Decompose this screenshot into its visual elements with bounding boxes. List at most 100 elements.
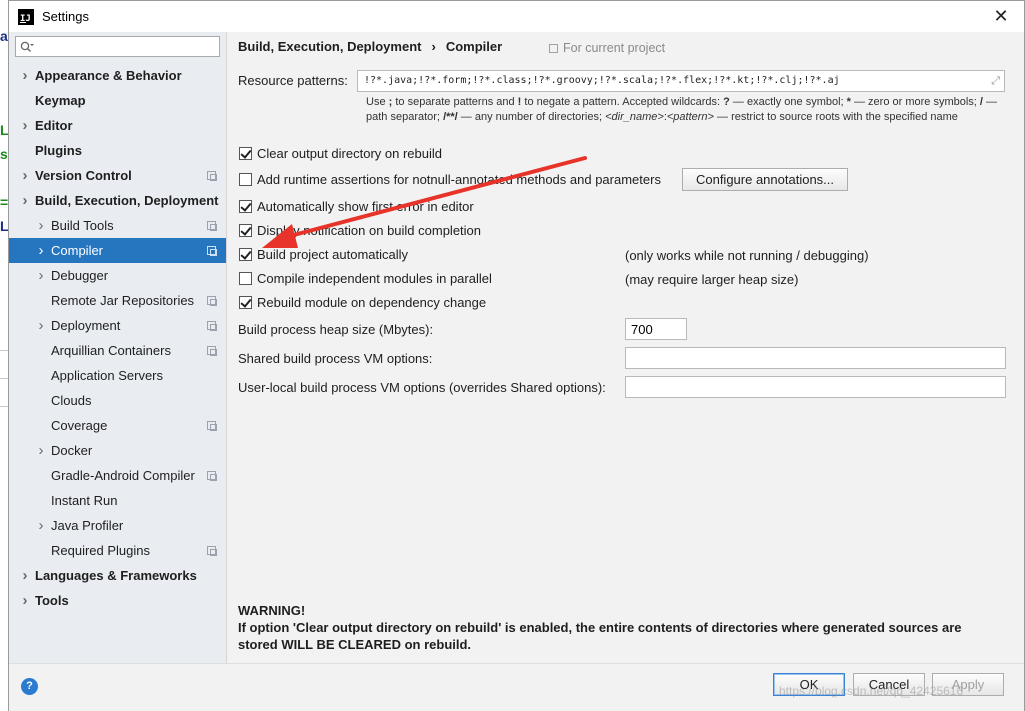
sidebar-item-label: Appearance & Behavior — [35, 68, 182, 83]
settings-search[interactable] — [15, 36, 220, 57]
sidebar-item-build-tools[interactable]: › Build Tools — [9, 213, 226, 238]
checkbox-box[interactable] — [239, 296, 252, 309]
help-icon[interactable]: ? — [21, 678, 38, 695]
scope-label: For current project — [563, 41, 666, 55]
checkbox-box[interactable] — [239, 248, 252, 261]
checkbox-box[interactable] — [239, 147, 252, 160]
project-scope-icon — [549, 43, 558, 53]
project-scope-icon — [207, 296, 217, 306]
sidebar-item-debugger[interactable]: › Debugger — [9, 263, 226, 288]
checkbox-box[interactable] — [239, 224, 252, 237]
window-title: Settings — [42, 9, 89, 24]
clear-output-checkbox[interactable]: Clear output directory on rebuild — [239, 146, 442, 161]
sidebar-item-clouds[interactable]: Clouds — [9, 388, 226, 413]
build-automatically-checkbox[interactable]: Build project automatically — [239, 247, 408, 262]
sidebar-item-label: Coverage — [51, 418, 108, 433]
chevron-right-icon[interactable]: › — [20, 192, 30, 209]
sidebar-item-deployment[interactable]: › Deployment — [9, 313, 226, 338]
dialog-button-bar: ? OK Cancel Apply https://blog.csdn.net/… — [9, 663, 1024, 711]
sidebar-item-label: Java Profiler — [51, 518, 124, 533]
sidebar-item-application-servers[interactable]: Application Servers — [9, 363, 226, 388]
chevron-right-icon[interactable]: › — [36, 317, 46, 334]
sidebar-item-appearance-behavior[interactable]: › Appearance & Behavior — [9, 63, 226, 88]
chevron-right-icon[interactable]: › — [36, 217, 46, 234]
checkbox-box[interactable] — [239, 173, 252, 186]
project-scope-icon — [207, 421, 217, 431]
sidebar-item-languages-frameworks[interactable]: › Languages & Frameworks — [9, 563, 226, 588]
heap-size-label: Build process heap size (Mbytes): — [238, 322, 434, 337]
divider — [0, 406, 8, 407]
shared-vm-options-input[interactable] — [625, 347, 1006, 369]
sidebar-item-instant-run[interactable]: Instant Run — [9, 488, 226, 513]
sidebar-item-label: Version Control — [35, 168, 132, 183]
sidebar-item-keymap[interactable]: Keymap — [9, 88, 226, 113]
sidebar-item-compiler[interactable]: › Compiler — [9, 238, 226, 263]
sidebar-item-plugins[interactable]: Plugins — [9, 138, 226, 163]
rebuild-dependency-checkbox[interactable]: Rebuild module on dependency change — [239, 295, 486, 310]
chevron-right-icon[interactable]: › — [36, 267, 46, 284]
sidebar-item-docker[interactable]: › Docker — [9, 438, 226, 463]
checkbox-label: Display notification on build completion — [257, 223, 482, 238]
heap-size-input[interactable] — [625, 318, 687, 340]
divider — [0, 378, 8, 379]
checkbox-label: Automatically show first error in editor — [257, 199, 474, 214]
chevron-right-icon[interactable]: › — [36, 242, 46, 259]
runtime-assertions-checkbox[interactable]: Add runtime assertions for notnull-annot… — [239, 172, 661, 187]
sidebar-item-label: Languages & Frameworks — [35, 568, 197, 583]
checkbox-box[interactable] — [239, 200, 252, 213]
sidebar-item-build-execution-deployment[interactable]: › Build, Execution, Deployment — [9, 188, 226, 213]
search-icon — [20, 41, 34, 52]
chevron-right-icon[interactable]: › — [20, 167, 30, 184]
chevron-right-icon[interactable]: › — [36, 517, 46, 534]
sidebar-item-gradle-android-compiler[interactable]: Gradle-Android Compiler — [9, 463, 226, 488]
sidebar-item-version-control[interactable]: › Version Control — [9, 163, 226, 188]
sidebar-item-label: Arquillian Containers — [51, 343, 171, 358]
background-letter: a — [0, 28, 8, 44]
user-vm-options-input[interactable] — [625, 376, 1006, 398]
chevron-right-icon[interactable]: › — [20, 117, 30, 134]
sidebar-item-tools[interactable]: › Tools — [9, 588, 226, 613]
sidebar-item-required-plugins[interactable]: Required Plugins — [9, 538, 226, 563]
sidebar-item-label: Gradle-Android Compiler — [51, 468, 195, 483]
breadcrumb-separator: › — [431, 39, 436, 54]
close-icon[interactable]: ✕ — [992, 7, 1010, 25]
apply-button[interactable]: Apply — [932, 673, 1004, 696]
chevron-right-icon[interactable]: › — [20, 67, 30, 84]
checkbox-label: Add runtime assertions for notnull-annot… — [257, 172, 661, 187]
sidebar-item-label: Deployment — [51, 318, 121, 333]
ok-button[interactable]: OK — [773, 673, 845, 696]
cancel-button[interactable]: Cancel — [853, 673, 925, 696]
resource-patterns-hint: Use ; to separate patterns and ! to nega… — [366, 96, 998, 123]
divider — [0, 350, 8, 351]
sidebar-item-coverage[interactable]: Coverage — [9, 413, 226, 438]
sidebar-item-remote-jar-repositories[interactable]: Remote Jar Repositories — [9, 288, 226, 313]
project-scope-icon — [207, 221, 217, 231]
breadcrumb-current: Compiler — [445, 39, 503, 54]
chevron-right-icon[interactable]: › — [20, 592, 30, 609]
configure-annotations-button[interactable]: Configure annotations... — [682, 168, 848, 191]
show-first-error-checkbox[interactable]: Automatically show first error in editor — [239, 199, 474, 214]
compile-parallel-checkbox[interactable]: Compile independent modules in parallel — [239, 271, 492, 286]
expand-icon[interactable]: ⤢ — [991, 74, 1000, 88]
sidebar-item-editor[interactable]: › Editor — [9, 113, 226, 138]
compiler-settings-panel: Build, Execution, Deployment › Compiler … — [228, 32, 1024, 663]
checkbox-label: Build project automatically — [257, 247, 409, 262]
settings-tree: › Appearance & Behavior Keymap › Editor Plugi… — [9, 63, 226, 613]
sidebar-item-label: Build, Execution, Deployment — [35, 193, 219, 208]
sidebar-item-label: Application Servers — [51, 368, 163, 383]
background-editor-strip: a L s = L — [0, 0, 9, 711]
breadcrumb: Build, Execution, Deployment › Compiler — [238, 39, 502, 54]
breadcrumb-parent[interactable]: Build, Execution, Deployment — [238, 39, 421, 54]
chevron-right-icon[interactable]: › — [36, 442, 46, 459]
resource-patterns-input[interactable]: !?*.java;!?*.form;!?*.class;!?*.groovy;!… — [357, 70, 1005, 92]
sidebar-item-label: Clouds — [51, 393, 92, 408]
display-notification-checkbox[interactable]: Display notification on build completion — [239, 223, 481, 238]
project-scope-icon — [207, 171, 217, 181]
sidebar-item-java-profiler[interactable]: › Java Profiler — [9, 513, 226, 538]
sidebar-item-label: Instant Run — [51, 493, 118, 508]
checkbox-box[interactable] — [239, 272, 252, 285]
search-input[interactable] — [38, 37, 219, 56]
sidebar-item-arquillian-containers[interactable]: Arquillian Containers — [9, 338, 226, 363]
chevron-right-icon[interactable]: › — [20, 567, 30, 584]
project-scope-icon — [207, 471, 217, 481]
